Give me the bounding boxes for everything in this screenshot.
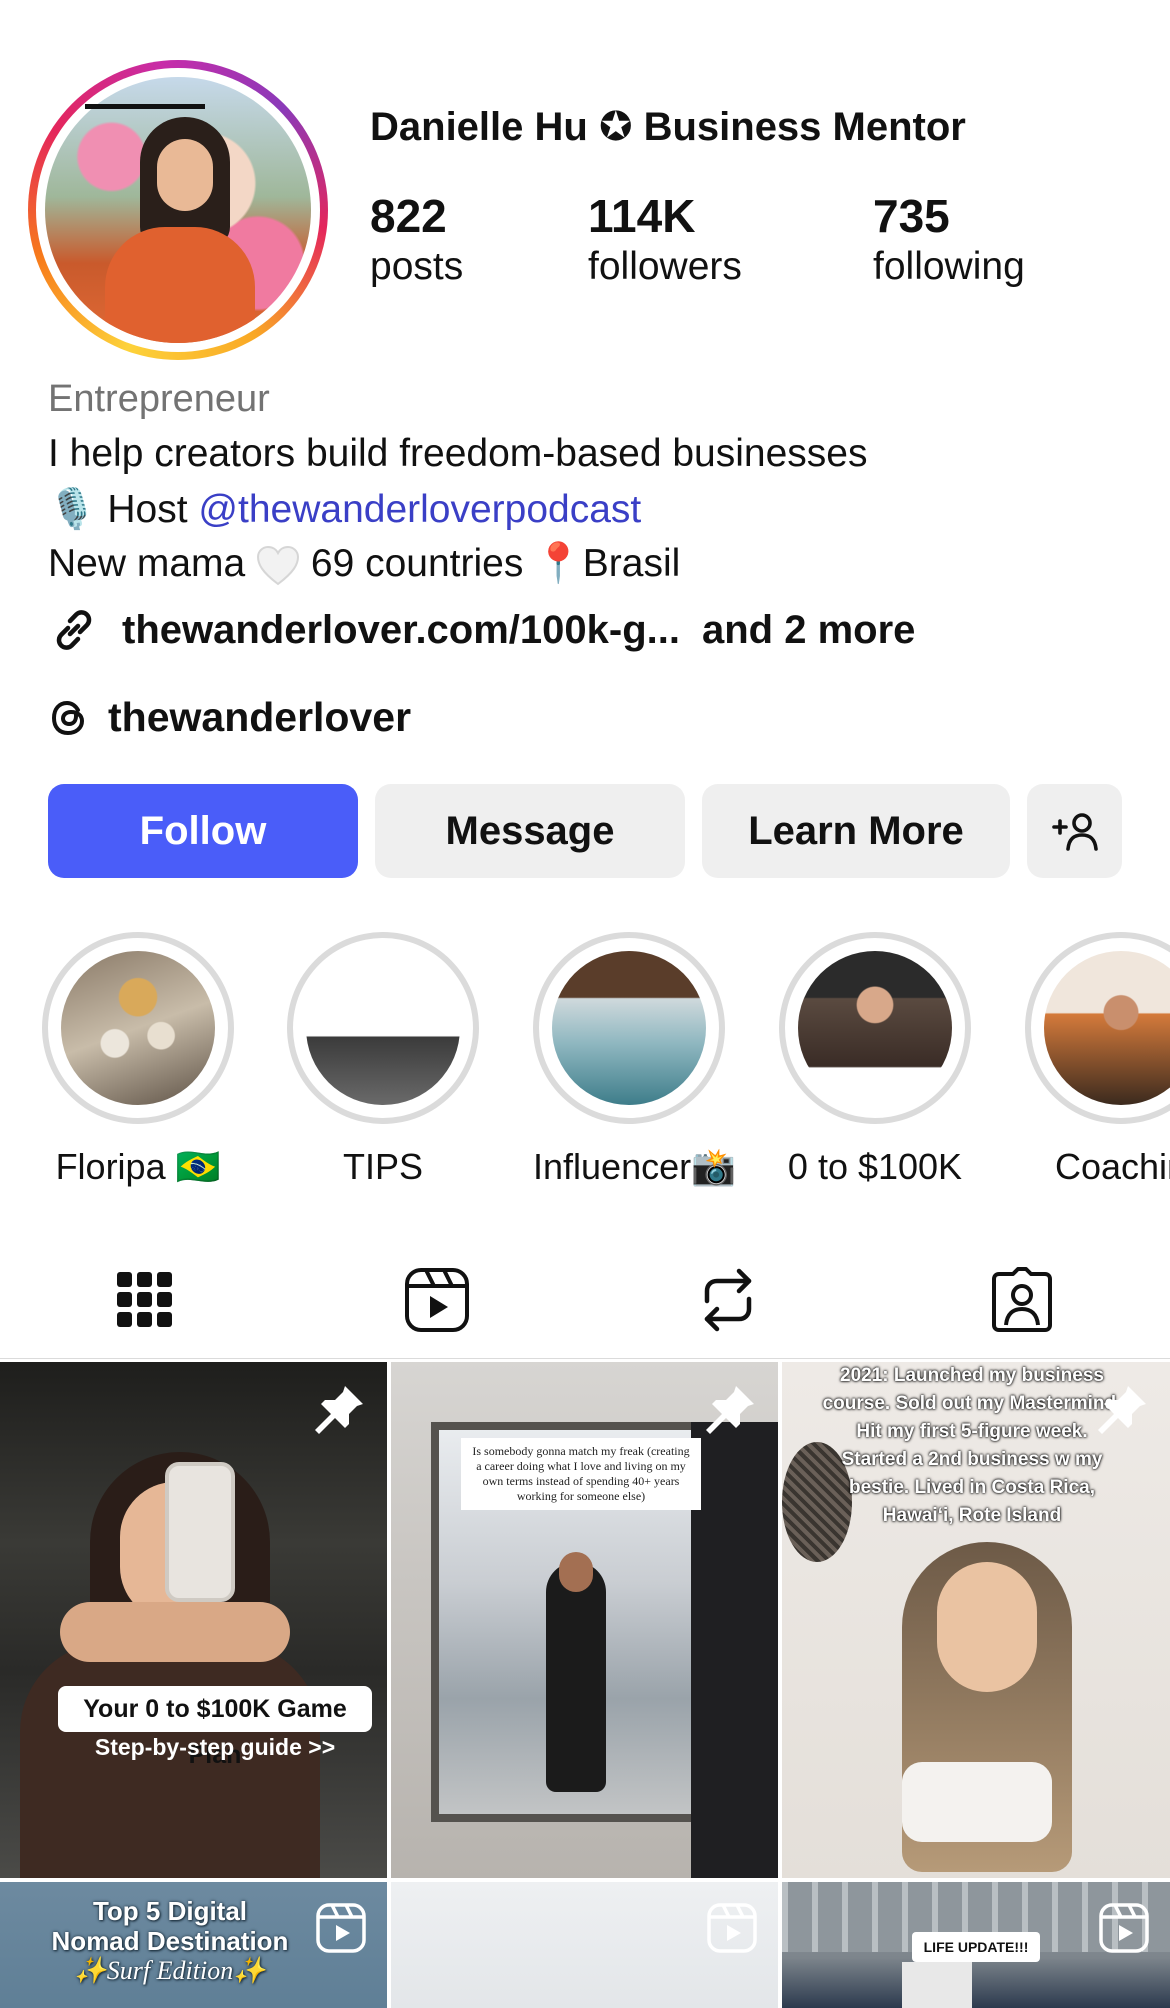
bio-line-2: 🎙️ Host @thewanderloverpodcast [48,488,642,531]
reel-digital-nomad[interactable]: Top 5 Digital Nomad Destination ✨Surf Ed… [0,1882,387,2008]
reel-icon [1099,1903,1149,1953]
reels-icon [405,1268,469,1332]
learn-more-button[interactable]: Learn More [702,784,1010,878]
reel-life-update[interactable]: LIFE UPDATE!!! [782,1882,1170,2008]
highlight-floripa[interactable]: Floripa 🇧🇷 [42,932,234,1188]
suggested-people-button[interactable] [1027,784,1122,878]
profile-category: Entrepreneur [48,378,270,420]
threads-badge[interactable]: thewanderlover [48,694,411,741]
tab-reposts[interactable] [668,1250,788,1350]
highlight-thumbnail [306,951,460,1105]
pin-icon: 📍 [534,542,583,585]
message-button[interactable]: Message [375,784,685,878]
highlight-0-to-100k[interactable]: 0 to $100K [779,932,971,1188]
reel-caption: LIFE UPDATE!!! [912,1932,1040,1962]
post-game-plan[interactable]: Your 0 to $100K Game Plan Step-by-step g… [0,1362,387,1878]
highlight-thumbnail [798,951,952,1105]
follow-button[interactable]: Follow [48,784,358,878]
profile-tabs [0,1250,1170,1360]
highlight-thumbnail [552,951,706,1105]
highlight-tips[interactable]: TIPS [287,932,479,1188]
reposts-icon [704,1268,752,1332]
post-title: Your 0 to $100K Game Plan [58,1686,372,1769]
pinned-icon [315,1386,363,1434]
highlight-coaching[interactable]: Coachin [1025,932,1170,1188]
tabs-divider [0,1358,1170,1359]
post-caption: 2021: Launched my business course. Sold … [822,1365,1122,1526]
threads-handle: thewanderlover [108,694,412,740]
link-more[interactable]: and 2 more [702,608,915,653]
highlight-thumbnail [61,951,215,1105]
podcast-mention-link[interactable]: @thewanderloverpodcast [198,488,641,531]
reel-title: Top 5 Digital Nomad Destination ✨Surf Ed… [51,1896,289,1985]
avatar-frame [36,68,320,352]
post-match-my-freak[interactable]: Is somebody gonna match my freak (creati… [391,1362,778,1878]
link-text[interactable]: thewanderlover.com/100k-g... [122,608,680,653]
active-tab-indicator [85,104,205,109]
posts-count[interactable]: 822 posts [370,190,463,292]
following-count[interactable]: 735 following [873,190,1025,292]
avatar [45,77,311,343]
profile-links[interactable]: thewanderlover.com/100k-g... and 2 more [48,604,915,656]
bio-line-1: I help creators build freedom-based busi… [48,432,868,475]
post-subtitle: Step-by-step guide >> [94,1734,336,1760]
tab-reels[interactable] [377,1250,497,1350]
reel-icon [707,1903,757,1953]
highlight-thumbnail [1044,951,1170,1105]
white-heart-icon [257,545,300,585]
post-2021-recap[interactable]: 2021: Launched my business course. Sold … [782,1362,1170,1878]
reel-icon [316,1903,366,1953]
link-icon [56,610,92,650]
tab-posts-grid[interactable] [85,1250,205,1350]
tab-tagged[interactable] [962,1250,1082,1350]
pinned-icon [706,1386,754,1434]
add-person-icon [1051,813,1098,851]
tagged-icon [992,1267,1052,1332]
threads-icon [51,700,85,735]
post-caption-box: Is somebody gonna match my freak (creati… [461,1438,701,1510]
pinned-icon [1098,1386,1146,1434]
reel-clouds[interactable] [391,1882,778,2008]
followers-count[interactable]: 114K followers [588,190,742,292]
highlight-influencer[interactable]: Influencer📸 [533,932,736,1188]
grid-icon [117,1272,172,1327]
bio-line-3: New mama 69 countries 📍Brasil [48,542,681,585]
profile-name: Danielle Hu ✪ Business Mentor [370,105,966,149]
